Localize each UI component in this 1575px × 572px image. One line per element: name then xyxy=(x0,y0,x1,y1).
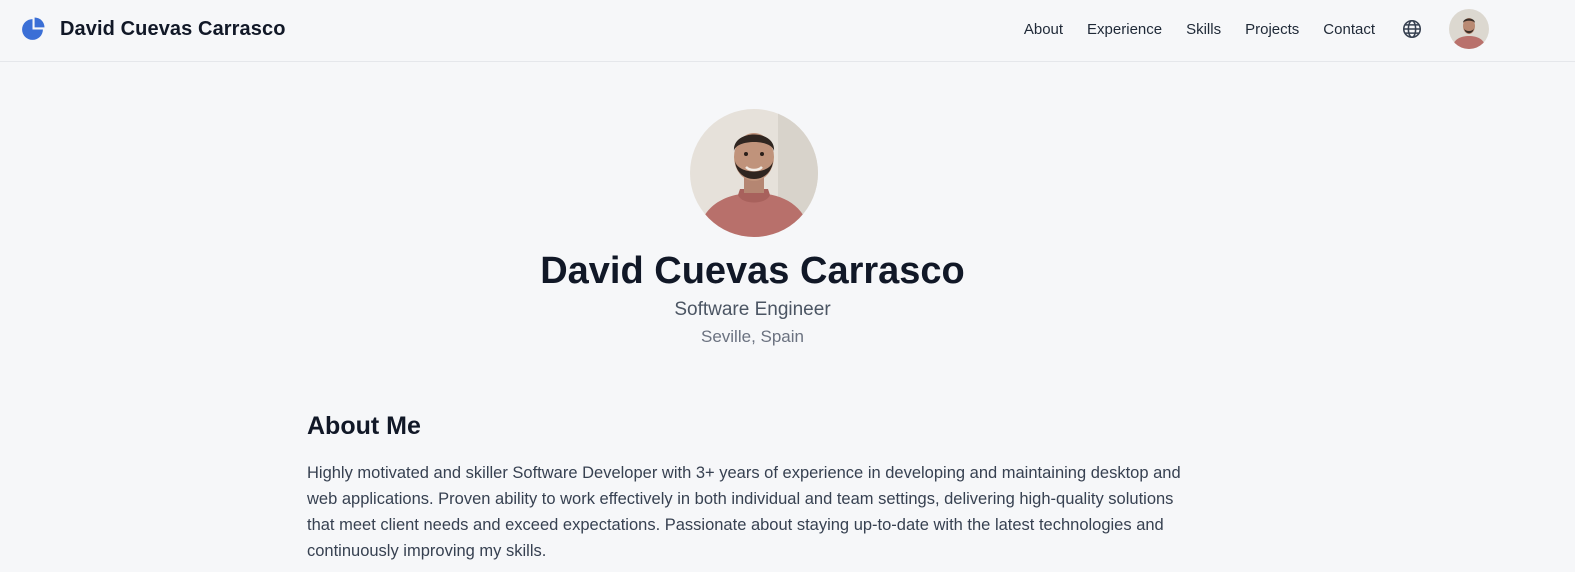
nav-skills-link[interactable]: Skills xyxy=(1186,21,1221,38)
hero-name: David Cuevas Carrasco xyxy=(540,250,965,292)
about-section-title: About Me xyxy=(307,412,421,440)
nav-projects-link[interactable]: Projects xyxy=(1245,21,1299,38)
hero-role: Software Engineer xyxy=(674,299,831,320)
profile-avatar[interactable] xyxy=(1449,9,1489,49)
globe-icon[interactable] xyxy=(1401,18,1423,40)
hero-location: Seville, Spain xyxy=(700,327,804,346)
nav-experience-link[interactable]: Experience xyxy=(1087,21,1162,38)
brand-name: David Cuevas Carrasco xyxy=(60,17,286,40)
top-navbar: David Cuevas Carrasco About Experience S… xyxy=(0,0,1575,62)
profile-photo xyxy=(690,109,818,237)
brand-home-link[interactable]: David Cuevas Carrasco xyxy=(20,14,286,44)
main-nav: About Experience Skills Projects Contact xyxy=(1000,0,1489,58)
nav-about-link[interactable]: About xyxy=(1024,21,1063,38)
about-paragraph: Highly motivated and skiller Software De… xyxy=(307,464,1181,560)
nav-contact-link[interactable]: Contact xyxy=(1323,21,1375,38)
pie-logo-icon xyxy=(22,17,45,40)
